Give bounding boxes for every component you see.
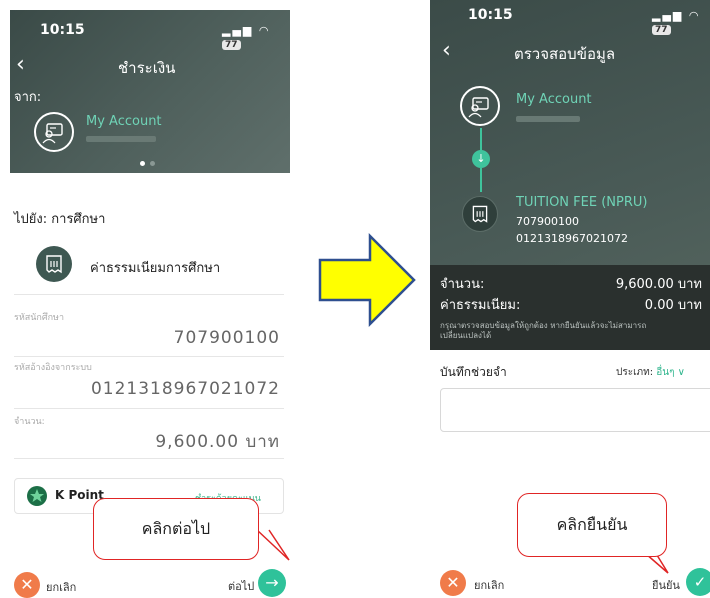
account-card-icon bbox=[460, 86, 500, 126]
type-prefix: ประเภท: bbox=[616, 367, 654, 378]
cancel-x-icon[interactable]: ✕ bbox=[14, 572, 40, 598]
divider bbox=[14, 294, 284, 295]
bill-icon bbox=[36, 246, 72, 282]
chevron-down-icon: ∨ bbox=[677, 367, 685, 378]
confirm-note: กรุณาตรวจสอบข้อมูลให้ถูกต้อง หากยืนยันแล… bbox=[440, 321, 647, 340]
connector-line bbox=[480, 128, 482, 152]
back-chevron-icon[interactable]: ‹ bbox=[16, 52, 25, 77]
bill-icon bbox=[462, 196, 498, 232]
memo-type-selector[interactable]: ประเภท: อื่นๆ ∨ bbox=[616, 365, 685, 380]
reference-label: รหัสอ้างอิงจากระบบ bbox=[14, 363, 92, 373]
divider bbox=[14, 356, 284, 357]
cancel-button[interactable]: ยกเลิก bbox=[474, 576, 504, 594]
cancel-button[interactable]: ยกเลิก bbox=[46, 578, 76, 596]
status-time: 10:15 bbox=[40, 22, 85, 38]
callout-confirm: คลิกยืนยัน bbox=[517, 493, 667, 557]
kpoint-star-icon bbox=[27, 486, 47, 506]
account-name: My Account bbox=[516, 92, 592, 107]
amount-value: 9,600.00 บาท bbox=[155, 432, 280, 452]
account-card-icon bbox=[34, 112, 74, 152]
memo-input[interactable] bbox=[440, 388, 710, 432]
tuition-reference: 0121318967021072 bbox=[516, 232, 628, 245]
student-id-value: 707900100 bbox=[173, 328, 280, 348]
battery-icon: 77 bbox=[652, 25, 671, 35]
tuition-id: 707900100 bbox=[516, 215, 579, 228]
payment-header: 10:15 ▂▄▆ ◠ 77 ‹ ชำระเงิน จาก: My Accoun… bbox=[10, 10, 290, 173]
battery-icon: 77 bbox=[222, 40, 241, 50]
confirm-button-label[interactable]: ยืนยัน bbox=[652, 576, 680, 594]
to-label: ไปยัง: การศึกษา bbox=[14, 212, 106, 227]
from-label: จาก: bbox=[14, 90, 42, 105]
next-arrow-icon[interactable]: → bbox=[258, 569, 286, 597]
divider bbox=[14, 408, 284, 409]
memo-label: บันทึกช่วยจำ bbox=[440, 365, 507, 379]
type-value: อื่นๆ bbox=[656, 367, 675, 378]
amount-label: จำนวน: bbox=[440, 277, 485, 292]
account-name: My Account bbox=[86, 114, 162, 129]
next-button-label[interactable]: ต่อไป bbox=[228, 577, 254, 595]
page-dot-active bbox=[140, 161, 145, 166]
connector-line bbox=[480, 168, 482, 192]
arrow-down-icon: ↓ bbox=[472, 150, 490, 168]
back-chevron-icon[interactable]: ‹ bbox=[442, 38, 451, 63]
page-title: ชำระเงิน bbox=[118, 59, 176, 77]
student-id-label: รหัสนักศึกษา bbox=[14, 313, 65, 323]
divider bbox=[14, 458, 284, 459]
fee-label: ค่าธรรมเนียม: bbox=[440, 298, 521, 313]
masked-account-number bbox=[86, 136, 156, 142]
amount-value: 9,600.00 บาท bbox=[615, 277, 702, 292]
biller-name: ค่าธรรมเนียมการศึกษา bbox=[90, 261, 221, 276]
page-dot bbox=[150, 161, 155, 166]
confirm-check-icon[interactable]: ✓ bbox=[686, 568, 710, 596]
status-icons: ▂▄▆ ◠ 77 bbox=[652, 9, 701, 35]
callout-pointer bbox=[256, 529, 290, 561]
callout-next: คลิกต่อไป bbox=[93, 498, 259, 560]
tuition-name: TUITION FEE (NPRU) bbox=[516, 195, 648, 210]
right-arrow-icon bbox=[318, 232, 416, 328]
status-icons: ▂▄▆ ◠ 77 bbox=[222, 24, 271, 50]
fee-value: 0.00 บาท bbox=[644, 298, 702, 313]
summary-panel: จำนวน: 9,600.00 บาท ค่าธรรมเนียม: 0.00 บ… bbox=[430, 265, 710, 350]
amount-label: จำนวน: bbox=[14, 417, 45, 427]
reference-value: 0121318967021072 bbox=[90, 379, 280, 399]
cancel-x-icon[interactable]: ✕ bbox=[440, 570, 466, 596]
masked-account-number bbox=[516, 116, 580, 122]
status-time: 10:15 bbox=[468, 7, 513, 23]
page-title: ตรวจสอบข้อมูล bbox=[514, 45, 616, 63]
